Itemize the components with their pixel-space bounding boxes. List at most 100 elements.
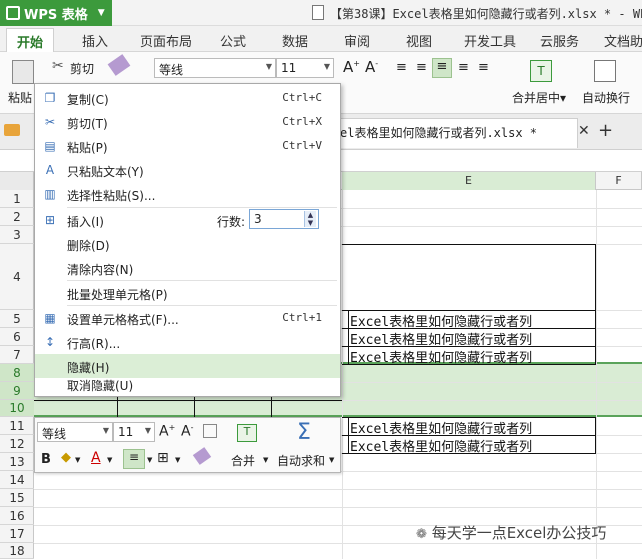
menu-item-paste[interactable]: ▤ 粘贴(P) Ctrl+V	[35, 134, 340, 158]
row-header[interactable]: 1	[0, 190, 34, 208]
row-header[interactable]: 8	[0, 364, 34, 382]
menu-item-label: 设置单元格格式(F)...	[67, 313, 179, 327]
close-icon[interactable]: ✕	[578, 123, 590, 139]
row-header[interactable]: 10	[0, 400, 34, 417]
row-header[interactable]: 12	[0, 435, 34, 453]
wrap-text-icon[interactable]	[594, 60, 616, 82]
format-painter-icon[interactable]	[192, 447, 212, 465]
menu-item-cut[interactable]: ✂ 剪切(T) Ctrl+X	[35, 110, 340, 134]
wrap-text-button[interactable]: 自动换行	[582, 89, 630, 106]
menu-item-copy[interactable]: ❐ 复制(C) Ctrl+C	[35, 86, 340, 110]
row-header[interactable]: 9	[0, 382, 34, 400]
menu-item-shortcut: Ctrl+V	[282, 139, 322, 152]
menu-item-label: 清除内容(N)	[67, 263, 134, 277]
tab-developer[interactable]: 开发工具	[464, 31, 516, 50]
menu-item-paste-text[interactable]: A 只粘贴文本(Y)	[35, 158, 340, 182]
row-header[interactable]: 11	[0, 417, 34, 435]
merge-icon[interactable]: T	[237, 424, 257, 442]
mini-font-name-select[interactable]: 等线 ▼	[37, 422, 113, 442]
chevron-down-icon[interactable]: ▼	[329, 456, 334, 464]
mini-autosum-button[interactable]: 自动求和	[277, 452, 325, 469]
row-header[interactable]: 4	[0, 244, 34, 310]
clear-format-icon[interactable]	[203, 424, 217, 438]
tab-review[interactable]: 审阅	[344, 31, 370, 50]
cell-e11[interactable]: Excel表格里如何隐藏行或者列	[350, 418, 532, 437]
chevron-down-icon: ▼	[102, 426, 109, 435]
tab-insert[interactable]: 插入	[82, 31, 108, 50]
font-shrink-icon[interactable]: A-	[365, 58, 378, 76]
font-name-select[interactable]: 等线 ▼	[154, 58, 276, 78]
table-border	[271, 397, 272, 417]
align-bottom-icon[interactable]: ≡	[432, 58, 452, 78]
row-header[interactable]: 15	[0, 489, 34, 507]
mini-merge-button[interactable]: 合并	[231, 452, 255, 469]
chevron-down-icon[interactable]: ▼	[147, 456, 152, 464]
merge-center-button[interactable]: 合并居中▾	[512, 89, 566, 106]
row-header[interactable]: 17	[0, 525, 34, 543]
font-grow-icon[interactable]: A+	[343, 58, 360, 76]
cell-e5[interactable]: Excel表格里如何隐藏行或者列	[350, 311, 532, 330]
tab-view[interactable]: 视图	[406, 31, 432, 50]
cell-e6[interactable]: Excel表格里如何隐藏行或者列	[350, 329, 532, 348]
tab-doc-assistant[interactable]: 文档助	[604, 31, 642, 50]
cut-button[interactable]: 剪切	[70, 60, 94, 77]
chevron-down-icon[interactable]: ▼	[75, 456, 80, 464]
column-header-e[interactable]: E	[342, 172, 596, 190]
fill-color-icon[interactable]: ◆	[61, 450, 71, 465]
paste-button[interactable]: 粘贴	[8, 89, 32, 106]
menu-item-label: 粘贴(P)	[67, 141, 108, 155]
row-header[interactable]: 7	[0, 346, 34, 364]
row-header[interactable]: 18	[0, 543, 34, 559]
align-middle-icon[interactable]: ≡	[416, 60, 427, 75]
menu-item-format-cells[interactable]: ▦ 设置单元格格式(F)... Ctrl+1	[35, 306, 340, 330]
tab-formulas[interactable]: 公式	[220, 31, 246, 50]
folder-icon[interactable]	[4, 124, 20, 136]
mini-font-size-value: 11	[118, 425, 134, 439]
rows-count-input[interactable]: 3 ▲ ▼	[249, 209, 319, 229]
align-top-icon[interactable]: ≡	[396, 60, 407, 75]
row-header[interactable]: 14	[0, 471, 34, 489]
align-center-icon[interactable]: ≡	[478, 60, 489, 75]
cell-e12[interactable]: Excel表格里如何隐藏行或者列	[350, 436, 532, 455]
font-size-select[interactable]: 11 ▼	[276, 58, 334, 78]
merge-center-icon[interactable]: T	[530, 60, 552, 82]
row-header[interactable]: 3	[0, 226, 34, 244]
row-header[interactable]: 13	[0, 453, 34, 471]
chevron-down-icon[interactable]: ▼	[263, 456, 268, 464]
sum-icon[interactable]: Σ	[297, 420, 311, 445]
font-color-icon[interactable]: A	[91, 450, 101, 466]
tab-cloud[interactable]: 云服务	[540, 31, 579, 50]
menu-item-delete[interactable]: 删除(D)	[35, 232, 340, 256]
menu-item-paste-special[interactable]: ▥ 选择性粘贴(S)...	[35, 182, 340, 206]
font-shrink-icon[interactable]: A-	[181, 423, 193, 440]
add-tab-icon[interactable]: +	[598, 120, 613, 141]
align-left-icon[interactable]: ≡	[458, 60, 469, 75]
table-border	[117, 397, 118, 417]
menu-item-row-height[interactable]: ↕ 行高(R)...	[35, 330, 340, 354]
paste-icon: ▤	[44, 139, 56, 153]
tab-page-layout[interactable]: 页面布局	[140, 31, 192, 50]
bold-button[interactable]: B	[41, 452, 51, 467]
menu-item-clear[interactable]: 清除内容(N)	[35, 256, 340, 280]
select-all-corner[interactable]	[0, 172, 34, 190]
menu-item-unhide[interactable]: 取消隐藏(U)	[35, 372, 340, 396]
cell-e7[interactable]: Excel表格里如何隐藏行或者列	[350, 347, 532, 366]
align-icon[interactable]: ≡	[123, 449, 145, 469]
mini-font-size-select[interactable]: 11 ▼	[113, 422, 155, 442]
menu-item-batch[interactable]: 批量处理单元格(P)	[35, 281, 340, 305]
row-header[interactable]: 16	[0, 507, 34, 525]
app-menu-button[interactable]: WPS 表格 ▼	[0, 0, 112, 26]
tab-data[interactable]: 数据	[282, 31, 308, 50]
paste-icon[interactable]	[12, 60, 34, 84]
menu-item-insert[interactable]: ⊞ 插入(I) 行数: 3 ▲ ▼	[35, 208, 340, 232]
row-header[interactable]: 5	[0, 310, 34, 328]
scissors-icon[interactable]: ✂	[52, 58, 64, 74]
column-header-f[interactable]: F	[596, 172, 642, 190]
stepper-icon[interactable]: ▲ ▼	[304, 211, 316, 227]
chevron-down-icon[interactable]: ▼	[175, 456, 180, 464]
chevron-down-icon[interactable]: ▼	[107, 456, 112, 464]
row-header[interactable]: 6	[0, 328, 34, 346]
row-header[interactable]: 2	[0, 208, 34, 226]
font-grow-icon[interactable]: A+	[159, 423, 175, 440]
borders-icon[interactable]: ⊞	[157, 450, 169, 466]
